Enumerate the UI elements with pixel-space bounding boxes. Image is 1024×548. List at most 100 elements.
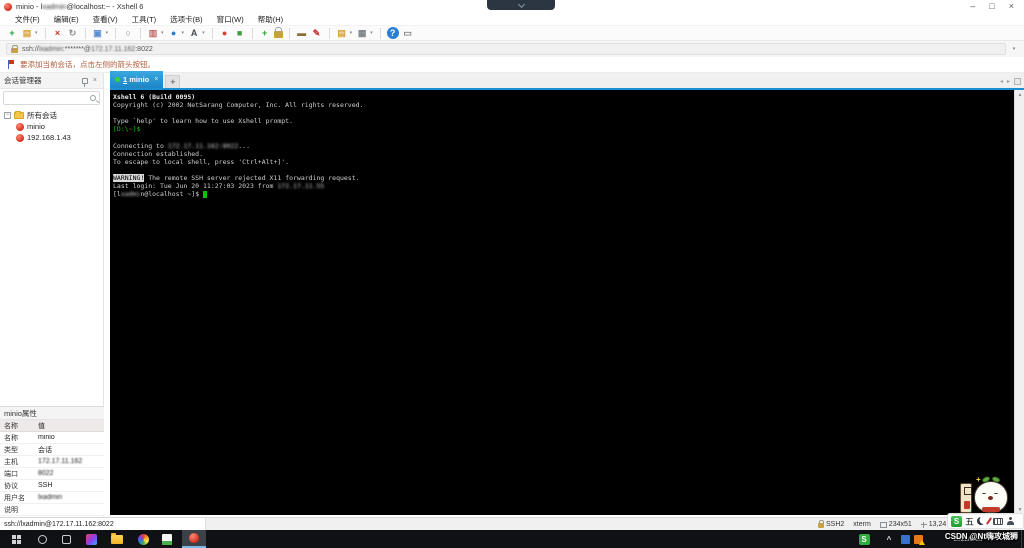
notification-text: 要添加当前会话，点击左侧的箭头按钮。 [20, 60, 155, 69]
sticker-banner [960, 483, 972, 513]
status-protocol: SSH2 [818, 520, 844, 528]
chat-icon[interactable]: ▭ [402, 27, 414, 39]
session-item[interactable]: 192.168.1.43 [4, 132, 103, 143]
start-button[interactable] [6, 530, 26, 548]
dropdown-caret-icon[interactable]: ▾ [182, 30, 185, 36]
tray-icon-orange[interactable] [911, 530, 925, 548]
menu-item[interactable]: 工具(T) [125, 14, 164, 25]
properties-col-value: 值 [38, 422, 45, 430]
terminal[interactable]: Xshell 6 (Build 0095) Copyright (c) 2002 … [110, 90, 1014, 515]
new-tab-button[interactable]: + [165, 75, 181, 88]
tray-icon-blue[interactable] [898, 530, 912, 548]
new-file-transfer-icon[interactable]: ▣ [92, 27, 104, 39]
menu-item[interactable]: 编辑(E) [47, 14, 86, 25]
property-row: 类型 会话 [0, 444, 104, 456]
dropdown-caret-icon[interactable]: ▾ [106, 30, 109, 36]
fullscreen-icon[interactable]: + [259, 27, 271, 39]
session-item[interactable]: minio [4, 121, 103, 132]
toolbar-separator [140, 27, 142, 39]
tab-scroll-arrows[interactable]: ◂ ▸ [1000, 78, 1010, 85]
ide-app-icon [85, 533, 97, 545]
menu-item[interactable]: 查看(V) [86, 14, 125, 25]
ime-toolbar[interactable]: S 五 [947, 513, 1024, 529]
taskbar-app-xshell[interactable] [182, 530, 206, 548]
new-session-icon[interactable]: + [6, 27, 18, 39]
menu-item[interactable]: 选项卡(B) [163, 14, 210, 25]
folder-icon[interactable]: ▤ [336, 27, 348, 39]
tree-expander-icon[interactable]: − [4, 112, 11, 119]
task-view-button[interactable] [56, 530, 76, 548]
toolbar-separator [288, 27, 290, 39]
toolbar-separator [115, 27, 117, 39]
web-icon[interactable]: ● [168, 27, 180, 39]
window-title: minio - lxadmin@localhost:~ - Xshell 6 [16, 2, 144, 11]
taskbar-app-editor[interactable] [156, 530, 178, 548]
tab-menu-icon[interactable] [1014, 78, 1021, 85]
font-icon[interactable]: A [188, 27, 200, 39]
tab-label: 1 minio [123, 75, 150, 84]
taskbar-app-ide[interactable] [80, 530, 102, 548]
find-icon[interactable]: ○ [122, 27, 134, 39]
ime-mode-label[interactable]: 五 [965, 515, 974, 528]
tray-sogou[interactable]: S [856, 530, 872, 548]
tree-root-row[interactable]: − 所有会话 [4, 110, 103, 121]
taskbar-app-explorer[interactable] [106, 530, 128, 548]
dropdown-caret-icon[interactable]: ▾ [161, 30, 164, 36]
terminal-scrollbar[interactable]: ▲ ▼ [1014, 90, 1024, 515]
session-search-input[interactable] [7, 94, 90, 102]
property-row: 说明 [0, 504, 104, 516]
reconnect-icon[interactable]: ↻ [67, 27, 79, 39]
session-search-box[interactable] [3, 91, 100, 105]
tab-close-icon[interactable]: × [154, 76, 158, 83]
close-button[interactable]: × [1009, 0, 1014, 13]
tray-expand-button[interactable]: ^ [882, 530, 896, 548]
briefcase-icon[interactable]: ▬ [296, 27, 308, 39]
taskbar-app-colorwheel[interactable] [132, 530, 154, 548]
help-icon[interactable]: ? [386, 27, 399, 39]
csdn-watermark: CSDN @Nt嗨攻城狮 [944, 532, 1018, 541]
screen-recorder-handle[interactable] [487, 0, 555, 10]
menu-item[interactable]: 文件(F) [8, 14, 47, 25]
minimize-button[interactable]: – [970, 0, 975, 13]
keyboard-icon[interactable] [993, 517, 1004, 525]
lock-icon[interactable] [273, 27, 283, 38]
dropdown-caret-icon[interactable]: ▾ [35, 30, 38, 36]
dropdown-caret-icon[interactable]: ▾ [370, 30, 373, 36]
pin-icon[interactable] [81, 77, 88, 87]
maximize-button[interactable]: □ [989, 0, 994, 13]
tray-warning-icon [913, 534, 925, 545]
content-area: 1 minio × + ◂ ▸ Xshell 6 (Build 0095) Copy… [110, 71, 1024, 517]
address-book-icon[interactable]: ▥ [147, 27, 159, 39]
highlighter-icon[interactable]: ✎ [311, 27, 323, 39]
pen-icon[interactable] [985, 517, 993, 525]
xftp-icon[interactable]: ■ [234, 27, 246, 39]
xshell-icon[interactable]: ● [219, 27, 231, 39]
search-icon [90, 95, 96, 101]
address-field[interactable]: ssh://lxadmin:*******@172.17.11.162:8022 [6, 43, 1006, 55]
open-folder-icon[interactable]: ▤ [21, 27, 33, 39]
session-manager-header: 会话管理器 × [0, 73, 103, 89]
terminal-line: Type `help' to learn how to use Xshell p… [113, 117, 294, 126]
sogou-logo-icon[interactable]: S [951, 515, 962, 527]
tab-minio[interactable]: 1 minio × [110, 71, 164, 88]
menu-item[interactable]: 窗口(W) [210, 14, 251, 25]
panel-close-icon[interactable]: × [91, 77, 99, 84]
menu-item[interactable]: 帮助(H) [251, 14, 290, 25]
cortana-button[interactable] [32, 530, 52, 548]
property-name: 说明 [4, 506, 18, 514]
color-wheel-app-icon [137, 533, 149, 545]
layout-icon[interactable]: ▦ [356, 27, 368, 39]
properties-col-name: 名称 [4, 422, 18, 430]
disconnect-icon[interactable]: × [52, 27, 64, 39]
scroll-up-icon[interactable]: ▲ [1015, 90, 1024, 100]
file-explorer-icon [111, 532, 123, 544]
person-icon[interactable] [1006, 517, 1014, 525]
dropdown-caret-icon[interactable]: ▾ [202, 30, 205, 36]
session-label: 192.168.1.43 [27, 133, 71, 142]
address-dropdown-icon[interactable]: ▾ [1010, 45, 1018, 53]
moon-icon[interactable] [977, 517, 985, 525]
dropdown-caret-icon[interactable]: ▾ [350, 30, 353, 36]
status-bar: ssh://lxadmin@172.17.11.162:8022 SSH2 xt… [0, 517, 1024, 531]
